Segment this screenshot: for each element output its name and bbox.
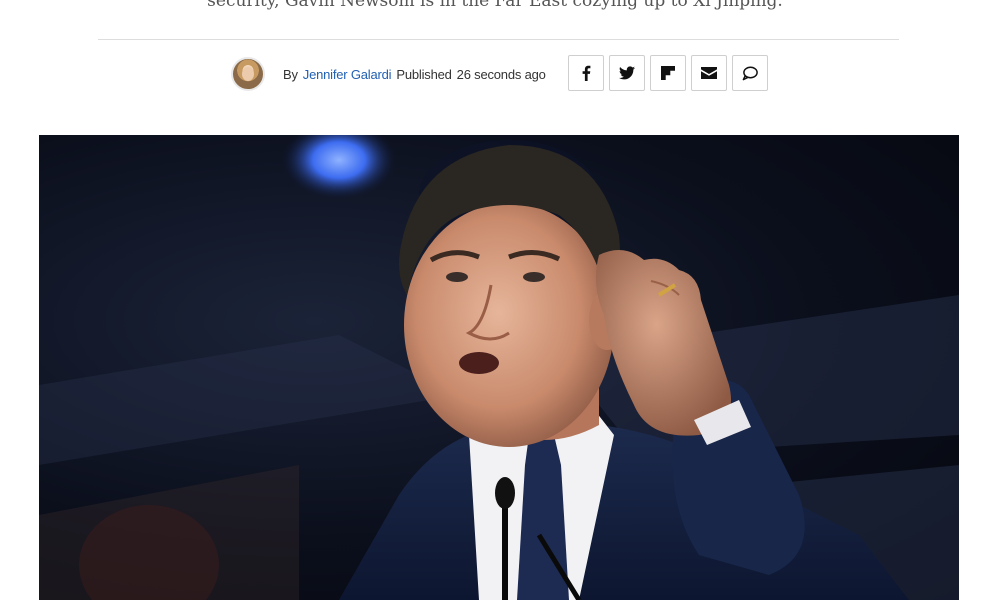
twitter-icon bbox=[619, 66, 635, 80]
share-flipboard-button[interactable] bbox=[650, 55, 686, 91]
hero-image bbox=[39, 135, 959, 600]
flipboard-icon bbox=[661, 66, 675, 80]
author-link[interactable]: Jennifer Galardi bbox=[303, 67, 392, 82]
byline: By Jennifer Galardi Published 26 seconds… bbox=[231, 56, 546, 92]
share-comment-button[interactable] bbox=[732, 55, 768, 91]
published-time: 26 seconds ago bbox=[456, 66, 546, 82]
share-facebook-button[interactable] bbox=[568, 55, 604, 91]
divider bbox=[98, 39, 899, 40]
speaker-photo bbox=[39, 135, 959, 600]
share-email-button[interactable] bbox=[691, 55, 727, 91]
published-label: Published bbox=[396, 66, 452, 82]
share-twitter-button[interactable] bbox=[609, 55, 645, 91]
email-icon bbox=[701, 67, 717, 79]
share-bar bbox=[568, 55, 768, 91]
author-avatar[interactable] bbox=[231, 57, 265, 91]
byline-text: By Jennifer Galardi Published 26 seconds… bbox=[283, 67, 546, 82]
comment-icon bbox=[742, 66, 758, 80]
by-label: By bbox=[283, 66, 298, 82]
article-subtitle: security, Gavin Newsom is in the Far Eas… bbox=[207, 0, 783, 11]
facebook-icon bbox=[582, 65, 591, 81]
